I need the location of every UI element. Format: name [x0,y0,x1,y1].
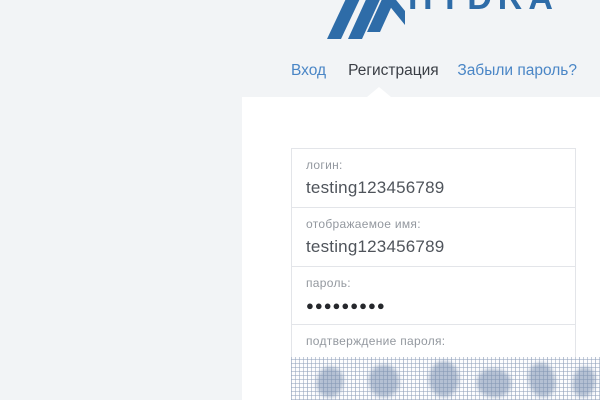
captcha-image[interactable] [291,357,600,400]
registration-screen: HYDRA Вход Регистрация Забыли пароль? ло… [0,0,600,400]
registration-panel: логин: testing123456789 отображаемое имя… [242,97,600,400]
logo-text: HYDRA [408,0,559,18]
auth-tabs: Вход Регистрация Забыли пароль? [291,60,577,82]
active-tab-pointer [367,87,391,97]
captcha-glyph-blob [476,367,513,398]
login-input[interactable]: testing123456789 [306,178,561,198]
tab-registration[interactable]: Регистрация [348,62,439,80]
hydra-stripes-icon [327,0,405,41]
display-name-label: отображаемое имя: [306,217,561,231]
login-field[interactable]: логин: testing123456789 [291,148,576,208]
password-confirm-label: подтверждение пароля: [306,334,561,348]
password-label: пароль: [306,276,561,290]
tab-forgot-password[interactable]: Забыли пароль? [457,62,577,80]
captcha-glyph-blob [571,365,598,398]
password-field[interactable]: пароль: ●●●●●●●●● [291,267,576,325]
password-input[interactable]: ●●●●●●●●● [306,298,561,315]
captcha-glyph-blob [367,363,401,399]
login-label: логин: [306,158,561,172]
site-logo[interactable]: HYDRA [0,0,600,50]
tab-login[interactable]: Вход [291,62,326,80]
captcha-glyph-blob [429,361,459,397]
display-name-input[interactable]: testing123456789 [306,237,561,257]
captcha-glyph-blob [525,360,558,399]
captcha-glyph-blob [314,365,346,400]
registration-form: логин: testing123456789 отображаемое имя… [291,148,576,383]
display-name-field[interactable]: отображаемое имя: testing123456789 [291,208,576,267]
